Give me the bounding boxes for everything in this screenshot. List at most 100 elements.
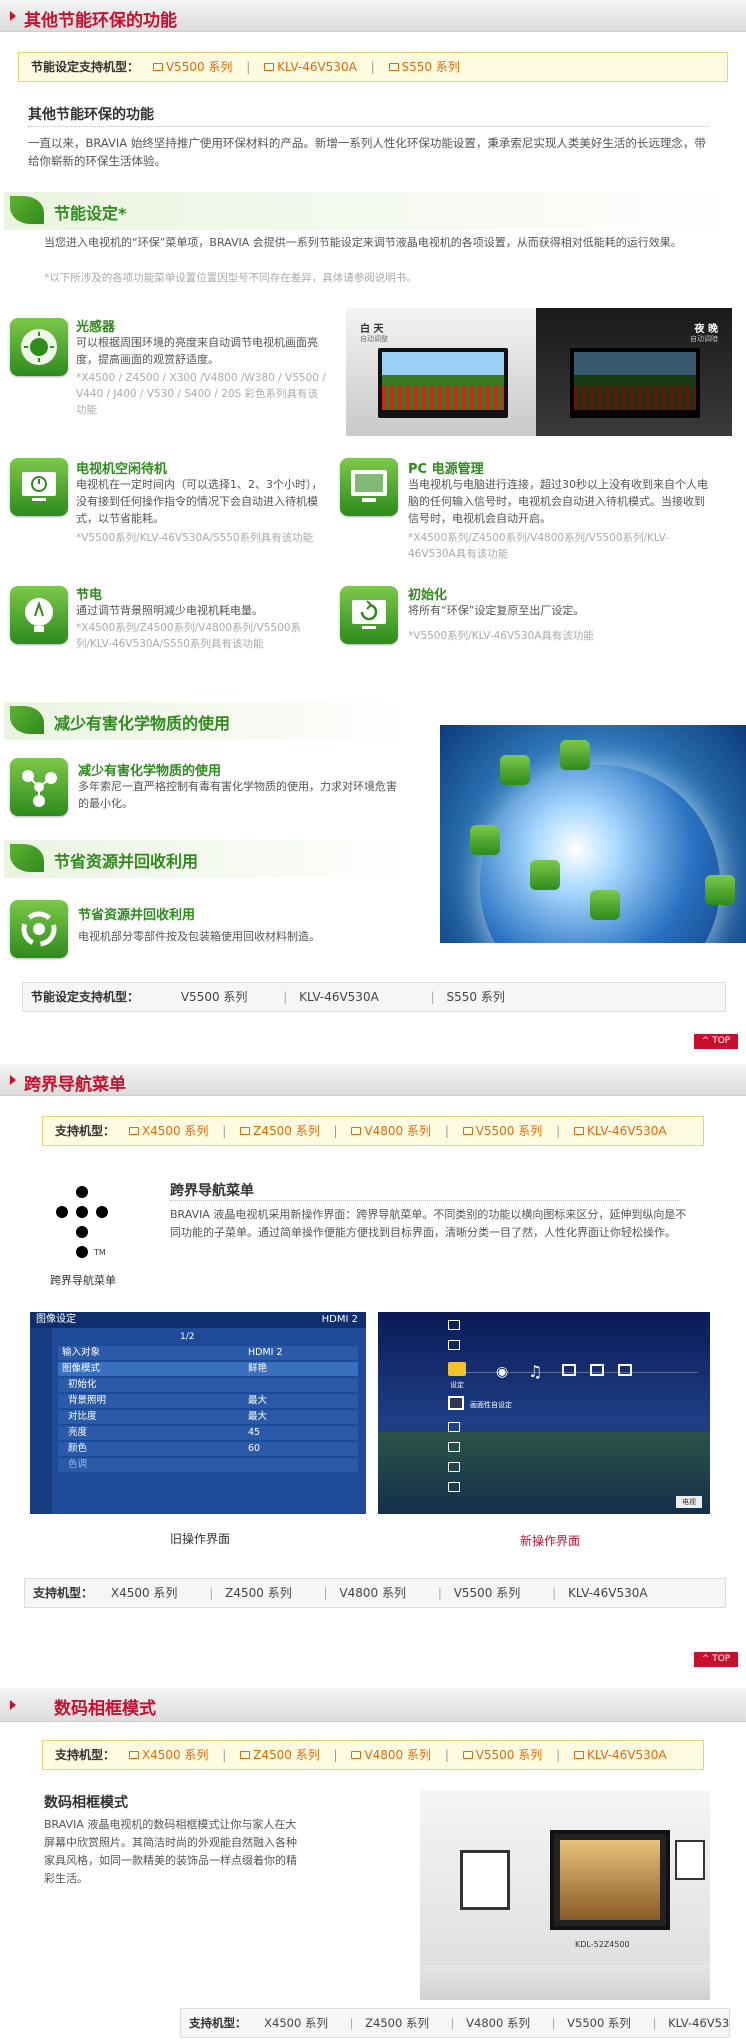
eco-intro: 一直以来，BRAVIA 始终坚持推广使用环保材料的产品。新增一系列人性化环保功能…	[28, 136, 706, 168]
tv-icon	[462, 1126, 473, 1135]
support-model-link[interactable]: V5500 系列	[152, 60, 232, 74]
eco-globe-image	[440, 725, 746, 943]
support-label: 支持机型：	[33, 1586, 94, 1600]
support-model-link[interactable]: S550 系列	[388, 60, 460, 74]
old-ui-row: 颜色 60	[58, 1442, 358, 1456]
logo-caption: 跨界导航菜单	[50, 1274, 116, 1287]
support-models-row: 节能设定支持机型： V5500 系列 | KLV-46V530A | S550 …	[22, 982, 726, 1012]
music-icon: ♫	[528, 1362, 543, 1381]
support-model-link[interactable]: V4800 系列	[351, 1124, 431, 1138]
leaf-icon	[10, 706, 44, 734]
idle-standby-icon	[10, 458, 68, 516]
tv-frame	[550, 1830, 670, 1930]
photo-frame-image: KDL-52Z4500	[420, 1790, 710, 2000]
banner-title: 减少有害化学物质的使用	[54, 714, 231, 733]
toolbox-icon	[448, 1362, 466, 1376]
support-label: 支持机型：	[55, 1124, 116, 1138]
support-model-link[interactable]: V5500 系列	[462, 1124, 542, 1138]
old-ui-input: HDMI 2	[321, 1314, 358, 1325]
support-model-link[interactable]: Z4500 系列	[240, 1124, 320, 1138]
support-model-link[interactable]: V4800 系列	[351, 1748, 431, 1762]
speaker-icon	[448, 1396, 464, 1410]
day-label: 白 天	[360, 324, 384, 335]
wall-picture	[460, 1850, 510, 1910]
support-model: X4500 系列	[264, 2016, 328, 2030]
bullet-icon	[10, 11, 16, 21]
floor	[420, 1965, 710, 2000]
support-model: Z4500 系列	[225, 1586, 292, 1600]
power-saving-icon	[10, 586, 68, 644]
floating-icon	[470, 825, 500, 855]
xmb-logo: TM	[52, 1180, 142, 1260]
old-ui-row: 初始化	[58, 1378, 358, 1392]
feature-text: 电视机在一定时间内（可以选择1、2、3个小时），没有接到任何操作指令的情况下会自…	[76, 478, 323, 525]
camera-icon: ◉	[496, 1364, 509, 1380]
night-tv-image: 夜 晚 自动调暗	[536, 308, 732, 436]
molecule-icon	[10, 758, 68, 816]
old-ui-row: 色调	[58, 1458, 358, 1472]
eco-subtitle: 其他节能环保的功能	[28, 107, 154, 123]
old-ui-titlebar: 图像设定 HDMI 2	[30, 1312, 366, 1328]
feature-title: 节省资源并回收利用	[78, 908, 196, 923]
input-icon	[618, 1364, 632, 1376]
feature-note: *V5500系列/KLV-46V530A/S550系列具有该功能	[76, 532, 314, 544]
tv-icon	[573, 1126, 584, 1135]
recycle-icon	[10, 900, 68, 958]
old-ui-title: 图像设定	[36, 1314, 76, 1325]
support-model: V5500 系列	[453, 1586, 521, 1600]
bullet-icon	[10, 1700, 16, 1710]
support-models-box: 支持机型： X4500 系列 | Z4500 系列 | V4800 系列 | V…	[42, 1116, 704, 1146]
new-ui-caption: 新操作界面	[519, 1534, 580, 1548]
menu-icon	[448, 1340, 460, 1350]
old-ui-row: 亮度 45	[58, 1426, 358, 1440]
support-model-link[interactable]: X4500 系列	[128, 1124, 208, 1138]
new-ui-screenshot: 设定 ◉ ♫ 画面性自设定 电视	[378, 1312, 710, 1514]
menu-icon	[448, 1320, 460, 1330]
feature-note: *V5500系列/KLV-46V530A具有该功能	[408, 630, 594, 642]
support-models-box: 节能设定支持机型： V5500 系列 | KLV-46V530A | S550 …	[18, 52, 728, 82]
tv-icon	[128, 1126, 139, 1135]
frame-title: 数码相框模式	[44, 1795, 128, 1811]
support-model-link[interactable]: X4500 系列	[128, 1748, 208, 1762]
feature-title: 减少有害化学物质的使用	[78, 764, 222, 779]
feature-text: 电视机部分零部件按及包装箱使用回收材料制造。	[78, 930, 320, 943]
support-model-link[interactable]: KLV-46V530A	[573, 1124, 667, 1138]
floating-icon	[530, 860, 560, 890]
back-to-top-button[interactable]: ^ TOP	[694, 1652, 738, 1667]
leaf-icon	[10, 844, 44, 872]
energy-intro: 当您进入电视机的“环保”菜单项，BRAVIA 会提供一系列节能设定来调节液晶电视…	[44, 236, 682, 249]
support-model-link[interactable]: KLV-46V530A	[573, 1748, 667, 1762]
feature-note: *X4500 / Z4500 / X300 /V4800 /W380 / V55…	[76, 372, 326, 416]
support-model-link[interactable]: Z4500 系列	[240, 1748, 320, 1762]
tv-icon	[264, 62, 275, 71]
tv-icon	[240, 1750, 251, 1759]
old-ui-screenshot: 图像设定 HDMI 2 1/2 输入对象 HDMI 2 图像模式 鲜艳 初始化 背景…	[30, 1312, 366, 1514]
back-to-top-button[interactable]: ^ TOP	[694, 1034, 738, 1049]
support-label: 支持机型：	[189, 2016, 247, 2030]
tv-icon	[590, 1364, 604, 1376]
feature-note: *X4500系列/Z4500系列/V4800系列/V5500系列/KLV-46V…	[408, 532, 669, 560]
section-header-xmb: 跨界导航菜单	[0, 1064, 746, 1096]
support-models-row: 支持机型： X4500 系列 | Z4500 系列 | V4800 系列 | V…	[180, 2008, 730, 2038]
feature-title: 电视机空闲待机	[76, 462, 168, 477]
support-label: 节能设定支持机型：	[31, 60, 140, 74]
old-ui-row: 对比度 最大	[58, 1410, 358, 1424]
old-ui-page: 1/2	[180, 1332, 195, 1342]
divider	[170, 1200, 680, 1201]
banner-reduce-chemicals: 减少有害化学物质的使用	[4, 702, 414, 740]
support-model-link[interactable]: KLV-46V530A	[264, 60, 357, 74]
wall-picture	[675, 1840, 705, 1880]
feature-text: 将所有“环保”设定复原至出厂设定。	[408, 604, 585, 617]
support-models-row: 支持机型： X4500 系列 | Z4500 系列 | V4800 系列 | V…	[24, 1578, 726, 1608]
trademark: TM	[94, 1248, 106, 1257]
tv-icon	[462, 1750, 473, 1759]
banner-recycle: 节省资源并回收利用	[4, 840, 414, 878]
support-model-link[interactable]: V5500 系列	[462, 1748, 542, 1762]
support-model: X4500 系列	[110, 1586, 178, 1600]
support-model: KLV-46V530A	[668, 2016, 730, 2030]
night-sub: 自动调暗	[690, 335, 718, 343]
banner-energy-setting: 节能设定*	[4, 192, 746, 230]
xmb-bottom-label: 电视	[676, 1496, 702, 1508]
reset-icon	[340, 586, 398, 644]
feature-text: 通过调节背景照明减少电视机耗电量。	[76, 604, 263, 617]
